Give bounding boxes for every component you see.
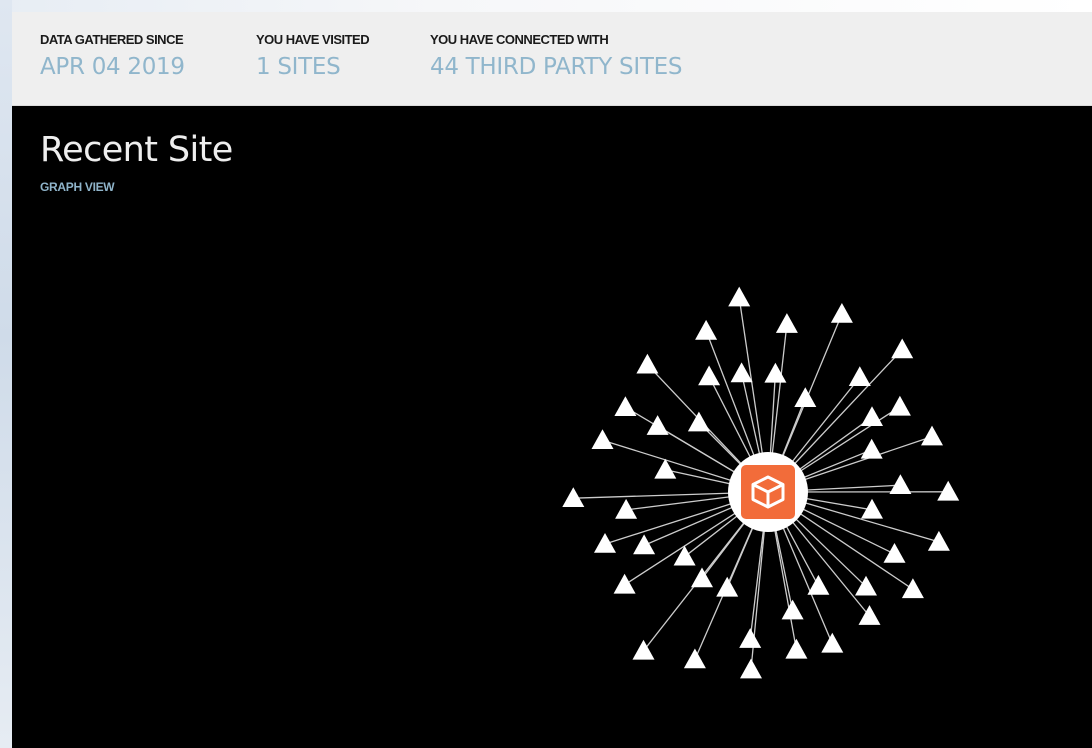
third-party-node[interactable] <box>687 411 710 432</box>
stat-value-visited: 1 SITES <box>256 54 341 80</box>
third-party-node[interactable] <box>764 362 787 383</box>
third-party-node[interactable] <box>794 387 817 407</box>
third-party-node[interactable] <box>739 628 762 648</box>
third-party-node[interactable] <box>728 286 751 307</box>
third-party-node[interactable] <box>901 578 924 599</box>
third-party-node[interactable] <box>937 480 960 501</box>
stat-label-connected: YOU HAVE CONNECTED WITH <box>430 32 609 47</box>
third-party-node[interactable] <box>921 425 943 446</box>
third-party-node[interactable] <box>683 648 706 669</box>
connection-graph[interactable] <box>12 106 1092 748</box>
window-left-edge <box>0 0 12 748</box>
stat-value-since: APR 04 2019 <box>40 54 185 80</box>
third-party-node[interactable] <box>830 303 853 323</box>
third-party-node[interactable] <box>848 366 871 386</box>
stat-connected: YOU HAVE CONNECTED WITH 44 THIRD PARTY S… <box>430 32 682 80</box>
third-party-node[interactable] <box>785 638 808 659</box>
page-title: Recent Site <box>40 130 233 170</box>
third-party-node[interactable] <box>860 438 883 459</box>
third-party-node[interactable] <box>927 530 950 551</box>
window-top-edge <box>0 0 1092 12</box>
third-party-node[interactable] <box>613 573 636 594</box>
graph-view-link[interactable]: GRAPH VIEW <box>40 180 115 194</box>
third-party-node[interactable] <box>858 605 881 625</box>
third-party-node[interactable] <box>614 396 637 416</box>
center-node[interactable] <box>728 452 808 532</box>
third-party-node[interactable] <box>716 576 739 597</box>
third-party-node[interactable] <box>775 313 798 333</box>
stat-label-since: DATA GATHERED SINCE <box>40 32 184 47</box>
main-panel: Recent Site GRAPH VIEW <box>12 106 1092 748</box>
stat-data-gathered: DATA GATHERED SINCE APR 04 2019 <box>40 32 185 80</box>
third-party-node[interactable] <box>883 543 906 563</box>
stat-label-visited: YOU HAVE VISITED <box>256 32 370 47</box>
third-party-node[interactable] <box>807 574 830 595</box>
stat-value-connected: 44 THIRD PARTY SITES <box>430 54 683 80</box>
third-party-node[interactable] <box>891 338 914 359</box>
third-party-node[interactable] <box>673 545 696 566</box>
third-party-node[interactable] <box>781 599 804 620</box>
third-party-node[interactable] <box>698 365 721 386</box>
third-party-node[interactable] <box>695 319 718 340</box>
third-party-node[interactable] <box>591 429 614 449</box>
stat-visited: YOU HAVE VISITED 1 SITES <box>256 32 370 80</box>
third-party-node[interactable] <box>633 534 656 555</box>
third-party-node[interactable] <box>740 658 762 679</box>
box-icon <box>741 465 795 519</box>
third-party-node[interactable] <box>636 353 659 374</box>
app-window: DATA GATHERED SINCE APR 04 2019 YOU HAVE… <box>0 0 1092 748</box>
third-party-node[interactable] <box>861 406 883 426</box>
third-party-node[interactable] <box>562 487 585 507</box>
third-party-node[interactable] <box>888 395 911 416</box>
third-party-node[interactable] <box>691 567 713 588</box>
third-party-node[interactable] <box>646 415 669 435</box>
third-party-node[interactable] <box>594 533 616 553</box>
third-party-node[interactable] <box>632 639 655 660</box>
third-party-node[interactable] <box>821 632 844 653</box>
stats-bar: DATA GATHERED SINCE APR 04 2019 YOU HAVE… <box>12 12 1092 106</box>
third-party-node[interactable] <box>889 474 912 494</box>
